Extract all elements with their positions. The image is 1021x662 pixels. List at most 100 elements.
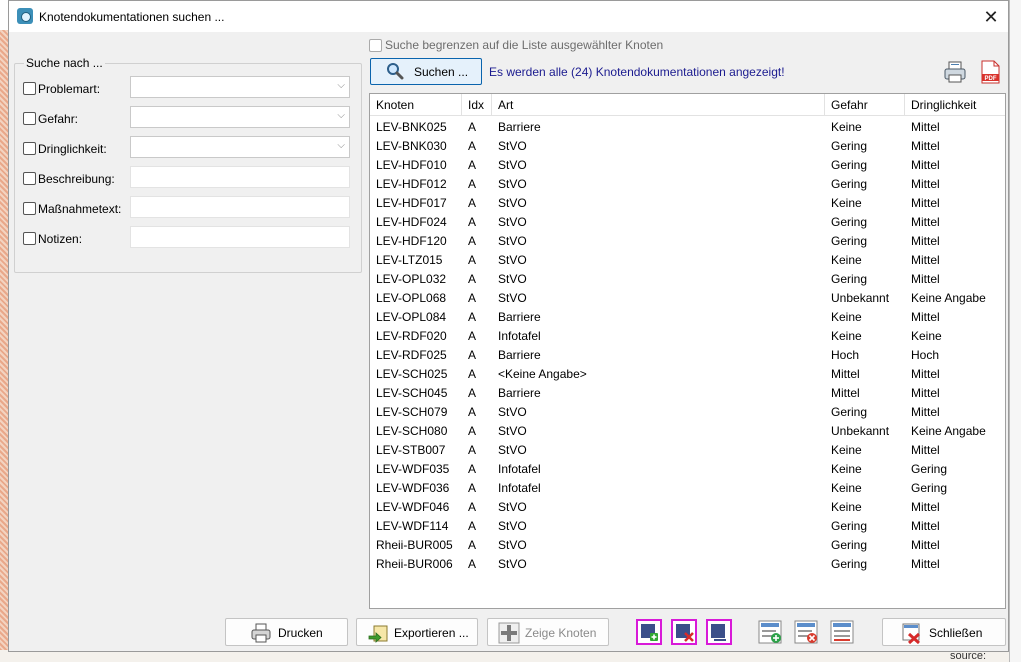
cell-knoten: LEV-SCH025: [376, 367, 448, 381]
remove-from-selection-icon[interactable]: [671, 619, 697, 645]
table-row[interactable]: LEV-OPL084 A Barriere Keine Mittel: [370, 308, 1005, 327]
cell-idx: A: [468, 462, 477, 476]
titlebar: Knotendokumentationen suchen ... ✕: [9, 1, 1008, 32]
show-nodes-button[interactable]: Zeige Knoten: [487, 618, 609, 646]
problemart-checkbox[interactable]: [23, 82, 36, 95]
cell-dringlichkeit: Mittel: [911, 177, 940, 191]
results-table: Knoten Idx Art Gefahr Dringlichkeit LEV-…: [369, 93, 1006, 609]
cell-knoten: LEV-HDF012: [376, 177, 447, 191]
table-row[interactable]: LEV-SCH045 A Barriere Mittel Mittel: [370, 384, 1005, 403]
selection-icon[interactable]: [706, 619, 732, 645]
cell-idx: A: [468, 405, 477, 419]
table-row[interactable]: LEV-HDF012 A StVO Gering Mittel: [370, 175, 1005, 194]
close-button[interactable]: Schließen: [882, 618, 1006, 646]
table-row[interactable]: Rheii-BUR006 A StVO Gering Mittel: [370, 555, 1005, 574]
cell-art: Barriere: [498, 348, 541, 362]
pdf-icon[interactable]: PDF: [977, 59, 1003, 85]
table-header: Knoten Idx Art Gefahr Dringlichkeit: [370, 94, 1005, 116]
beschreibung-checkbox[interactable]: [23, 172, 36, 185]
table-row[interactable]: LEV-HDF120 A StVO Gering Mittel: [370, 232, 1005, 251]
export-button[interactable]: Exportieren ...: [356, 618, 478, 646]
search-button-label: Suchen ...: [414, 65, 469, 79]
table-row[interactable]: LEV-OPL068 A StVO Unbekannt Keine Angabe: [370, 289, 1005, 308]
column-header-art[interactable]: Art: [492, 94, 825, 116]
cell-dringlichkeit: Mittel: [911, 310, 940, 324]
cell-idx: A: [468, 310, 477, 324]
cell-knoten: LEV-BNK025: [376, 120, 447, 134]
cell-art: StVO: [498, 215, 527, 229]
table-row[interactable]: LEV-WDF114 A StVO Gering Mittel: [370, 517, 1005, 536]
cell-gefahr: Gering: [831, 272, 868, 286]
svg-text:PDF: PDF: [985, 76, 997, 82]
cell-idx: A: [468, 329, 477, 343]
table-row[interactable]: LEV-SCH080 A StVO Unbekannt Keine Angabe: [370, 422, 1005, 441]
gefahr-select[interactable]: ⌵: [130, 106, 350, 128]
dringlichkeit-checkbox[interactable]: [23, 142, 36, 155]
table-row[interactable]: LEV-BNK030 A StVO Gering Mittel: [370, 137, 1005, 156]
table-row[interactable]: LEV-HDF010 A StVO Gering Mittel: [370, 156, 1005, 175]
table-row[interactable]: LEV-BNK025 A Barriere Keine Mittel: [370, 118, 1005, 137]
table-row[interactable]: LEV-STB007 A StVO Keine Mittel: [370, 441, 1005, 460]
add-to-selection-icon[interactable]: [636, 619, 662, 645]
cell-dringlichkeit: Keine Angabe: [911, 291, 986, 305]
cell-art: StVO: [498, 538, 527, 552]
table-row[interactable]: LEV-WDF036 A Infotafel Keine Gering: [370, 479, 1005, 498]
cell-art: StVO: [498, 519, 527, 533]
table-row[interactable]: LEV-RDF025 A Barriere Hoch Hoch: [370, 346, 1005, 365]
cell-dringlichkeit: Mittel: [911, 234, 940, 248]
cell-knoten: LEV-RDF025: [376, 348, 447, 362]
cell-gefahr: Gering: [831, 519, 868, 533]
cell-art: StVO: [498, 443, 527, 457]
notizen-input[interactable]: [130, 226, 350, 248]
list-icon[interactable]: [829, 619, 855, 645]
table-row[interactable]: LEV-HDF017 A StVO Keine Mittel: [370, 194, 1005, 213]
window-title: Knotendokumentationen suchen ...: [39, 10, 225, 24]
cell-gefahr: Gering: [831, 158, 868, 172]
beschreibung-input[interactable]: [130, 166, 350, 188]
notizen-checkbox[interactable]: [23, 232, 36, 245]
problemart-select[interactable]: ⌵: [130, 76, 350, 98]
column-header-knoten[interactable]: Knoten: [370, 94, 462, 116]
close-icon: [902, 623, 921, 644]
column-header-gefahr[interactable]: Gefahr: [825, 94, 905, 116]
print-button[interactable]: Drucken: [225, 618, 348, 646]
close-icon[interactable]: ✕: [980, 6, 1002, 28]
table-row[interactable]: LEV-SCH025 A <Keine Angabe> Mittel Mittel: [370, 365, 1005, 384]
cell-gefahr: Keine: [831, 310, 862, 324]
printer-icon[interactable]: [942, 59, 968, 85]
column-header-idx[interactable]: Idx: [462, 94, 492, 116]
print-button-label: Drucken: [278, 626, 323, 640]
massnahmetext-input[interactable]: [130, 196, 350, 218]
cell-idx: A: [468, 120, 477, 134]
table-row[interactable]: LEV-RDF020 A Infotafel Keine Keine: [370, 327, 1005, 346]
cell-knoten: LEV-OPL084: [376, 310, 447, 324]
table-row[interactable]: LEV-WDF035 A Infotafel Keine Gering: [370, 460, 1005, 479]
list-remove-icon[interactable]: [793, 619, 819, 645]
massnahmetext-checkbox[interactable]: [23, 202, 36, 215]
column-header-dringlichkeit[interactable]: Dringlichkeit: [905, 94, 1005, 116]
chevron-down-icon: ⌵: [337, 110, 345, 121]
background-map-strip: [0, 30, 8, 662]
table-row[interactable]: Rheii-BUR005 A StVO Gering Mittel: [370, 536, 1005, 555]
search-criteria-title: Suche nach ...: [24, 56, 105, 70]
dringlichkeit-select[interactable]: ⌵: [130, 136, 350, 158]
cell-idx: A: [468, 386, 477, 400]
cell-idx: A: [468, 139, 477, 153]
cell-idx: A: [468, 443, 477, 457]
table-row[interactable]: LEV-SCH079 A StVO Gering Mittel: [370, 403, 1005, 422]
cell-gefahr: Gering: [831, 538, 868, 552]
cell-gefahr: Keine: [831, 329, 862, 343]
cell-art: StVO: [498, 177, 527, 191]
table-row[interactable]: LEV-LTZ015 A StVO Keine Mittel: [370, 251, 1005, 270]
search-button[interactable]: Suchen ...: [370, 58, 482, 85]
table-row[interactable]: LEV-HDF024 A StVO Gering Mittel: [370, 213, 1005, 232]
cell-idx: A: [468, 215, 477, 229]
table-row[interactable]: LEV-WDF046 A StVO Keine Mittel: [370, 498, 1005, 517]
gefahr-checkbox[interactable]: [23, 112, 36, 125]
limit-checkbox[interactable]: [369, 39, 382, 52]
cell-idx: A: [468, 481, 477, 495]
cell-dringlichkeit: Mittel: [911, 367, 940, 381]
cell-knoten: LEV-WDF114: [376, 519, 449, 533]
list-add-icon[interactable]: [757, 619, 783, 645]
table-row[interactable]: LEV-OPL032 A StVO Gering Mittel: [370, 270, 1005, 289]
